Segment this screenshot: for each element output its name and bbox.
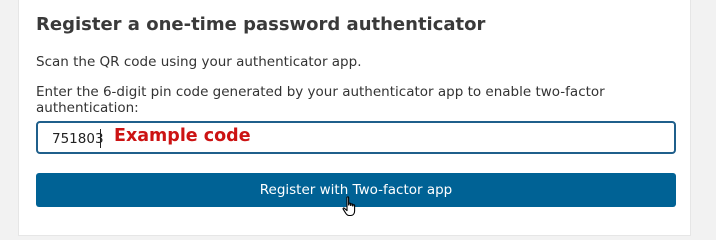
qr-instruction: Scan the QR code using your authenticato… (36, 54, 362, 70)
text-caret (100, 129, 101, 148)
pin-code-input[interactable]: 751803 Example code (36, 121, 676, 154)
pin-code-label: Enter the 6-digit pin code generated by … (36, 84, 605, 116)
hand-pointer-icon (342, 196, 356, 217)
example-code-annotation: Example code (114, 126, 251, 146)
pin-code-value: 751803 (52, 131, 104, 147)
panel-title: Register a one-time password authenticat… (36, 14, 486, 35)
